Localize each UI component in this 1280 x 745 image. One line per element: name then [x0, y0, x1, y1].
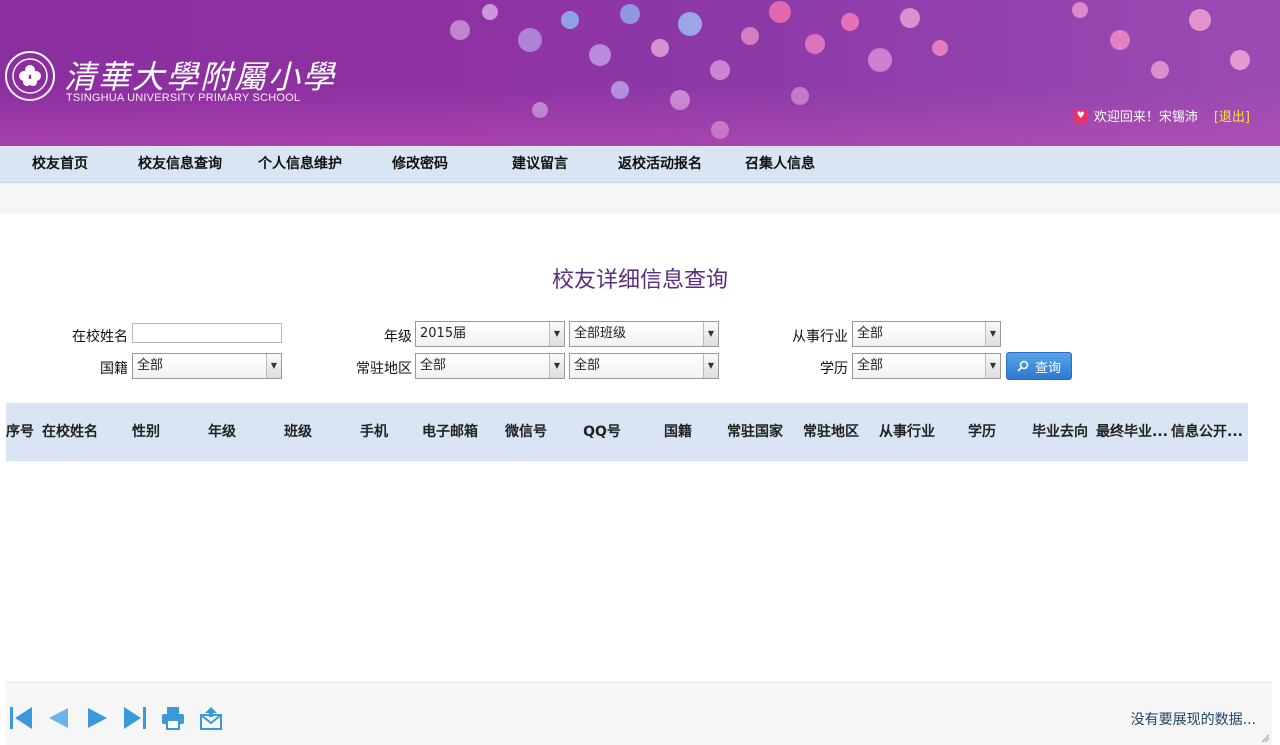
grade-label: 年级: [384, 329, 412, 345]
region-select[interactable]: 全部 ▼: [415, 353, 565, 379]
welcome-area: ♥ 欢迎回来！宋锡沛 [退出]: [1073, 106, 1250, 125]
nationality-select-value: 全部: [137, 358, 164, 373]
column-header[interactable]: 从事行业: [872, 403, 942, 461]
education-label: 学历: [820, 361, 848, 377]
column-header[interactable]: 学历: [950, 403, 1014, 461]
welcome-text: 欢迎回来！宋锡沛: [1093, 110, 1198, 125]
column-header[interactable]: 在校姓名: [36, 403, 104, 461]
logout-link[interactable]: [退出]: [1214, 106, 1250, 125]
school-logo-icon: [5, 51, 55, 101]
print-icon[interactable]: [160, 705, 186, 731]
region-label: 常驻地区: [356, 361, 412, 377]
chevron-down-icon: ▼: [703, 322, 718, 346]
industry-select[interactable]: 全部 ▼: [852, 321, 1001, 347]
column-header[interactable]: 微信号: [492, 403, 560, 461]
column-header[interactable]: 年级: [190, 403, 254, 461]
subregion-select[interactable]: 全部 ▼: [569, 353, 719, 379]
school-name-en: TSINGHUA UNIVERSITY PRIMARY SCHOOL: [66, 92, 301, 104]
search-icon: [1017, 360, 1029, 372]
column-header[interactable]: 班级: [266, 403, 330, 461]
nav-item-alumni-search[interactable]: 校友信息查询: [120, 146, 240, 182]
chevron-down-icon: ▼: [985, 354, 1000, 378]
education-select[interactable]: 全部 ▼: [852, 353, 1001, 379]
school-name-cn: 清華大學附屬小學: [64, 58, 337, 96]
grade-select[interactable]: 2015届 ▼: [415, 321, 565, 347]
column-header[interactable]: 国籍: [646, 403, 710, 461]
chevron-down-icon: ▼: [266, 354, 281, 378]
column-header[interactable]: 最终毕业...: [1096, 403, 1168, 461]
nav-item-home[interactable]: 校友首页: [0, 146, 120, 182]
column-header[interactable]: 信息公开...: [1170, 403, 1244, 461]
last-page-icon[interactable]: [122, 705, 148, 731]
column-header[interactable]: 毕业去向: [1024, 403, 1096, 461]
nationality-label: 国籍: [100, 361, 128, 377]
column-header[interactable]: QQ号: [570, 403, 634, 461]
subregion-select-value: 全部: [574, 358, 601, 373]
main-nav: 校友首页 校友信息查询 个人信息维护 修改密码 建议留言 返校活动报名 召集人信…: [0, 146, 1280, 183]
class-select[interactable]: 全部班级 ▼: [569, 321, 719, 347]
nationality-select[interactable]: 全部 ▼: [132, 353, 282, 379]
chevron-down-icon: ▼: [985, 322, 1000, 346]
nav-item-suggestions[interactable]: 建议留言: [480, 146, 600, 182]
industry-select-value: 全部: [857, 326, 884, 341]
chevron-down-icon: ▼: [549, 354, 564, 378]
header-banner: 清華大學附屬小學 TSINGHUA UNIVERSITY PRIMARY SCH…: [0, 0, 1280, 146]
nav-item-profile[interactable]: 个人信息维护: [240, 146, 360, 182]
heart-icon: ♥: [1073, 108, 1088, 123]
region-select-value: 全部: [420, 358, 447, 373]
nav-item-change-password[interactable]: 修改密码: [360, 146, 480, 182]
column-header[interactable]: 序号: [6, 403, 34, 461]
nav-item-event-signup[interactable]: 返校活动报名: [600, 146, 720, 182]
column-header[interactable]: 常驻地区: [796, 403, 866, 461]
chevron-down-icon: ▼: [703, 354, 718, 378]
next-page-icon[interactable]: [84, 705, 110, 731]
name-input[interactable]: [132, 323, 282, 343]
page-title: 校友详细信息查询: [551, 268, 728, 293]
column-header[interactable]: 手机: [342, 403, 406, 461]
name-label: 在校姓名: [72, 329, 128, 345]
education-select-value: 全部: [857, 358, 884, 373]
results-table-header: 序号 在校姓名 性别 年级 班级 手机 电子邮箱 微信号 QQ号 国籍 常驻国家…: [6, 403, 1248, 461]
industry-label: 从事行业: [792, 329, 848, 345]
first-page-icon[interactable]: [8, 705, 34, 731]
column-header[interactable]: 性别: [114, 403, 178, 461]
query-button[interactable]: 查询: [1006, 352, 1072, 380]
empty-data-message: 没有要展现的数据...: [1130, 712, 1256, 728]
previous-page-icon[interactable]: [46, 705, 72, 731]
column-header[interactable]: 电子邮箱: [412, 403, 488, 461]
pager-bar: 没有要展现的数据...: [6, 682, 1272, 745]
nav-item-convener-info[interactable]: 召集人信息: [720, 146, 840, 182]
sub-strip: [0, 183, 1280, 214]
query-button-label: 查询: [1034, 360, 1061, 376]
class-select-value: 全部班级: [574, 326, 627, 341]
resize-grip-icon[interactable]: [1260, 733, 1270, 743]
grade-select-value: 2015届: [420, 326, 467, 341]
export-mail-icon[interactable]: [198, 705, 224, 731]
column-header[interactable]: 常驻国家: [720, 403, 790, 461]
chevron-down-icon: ▼: [549, 322, 564, 346]
